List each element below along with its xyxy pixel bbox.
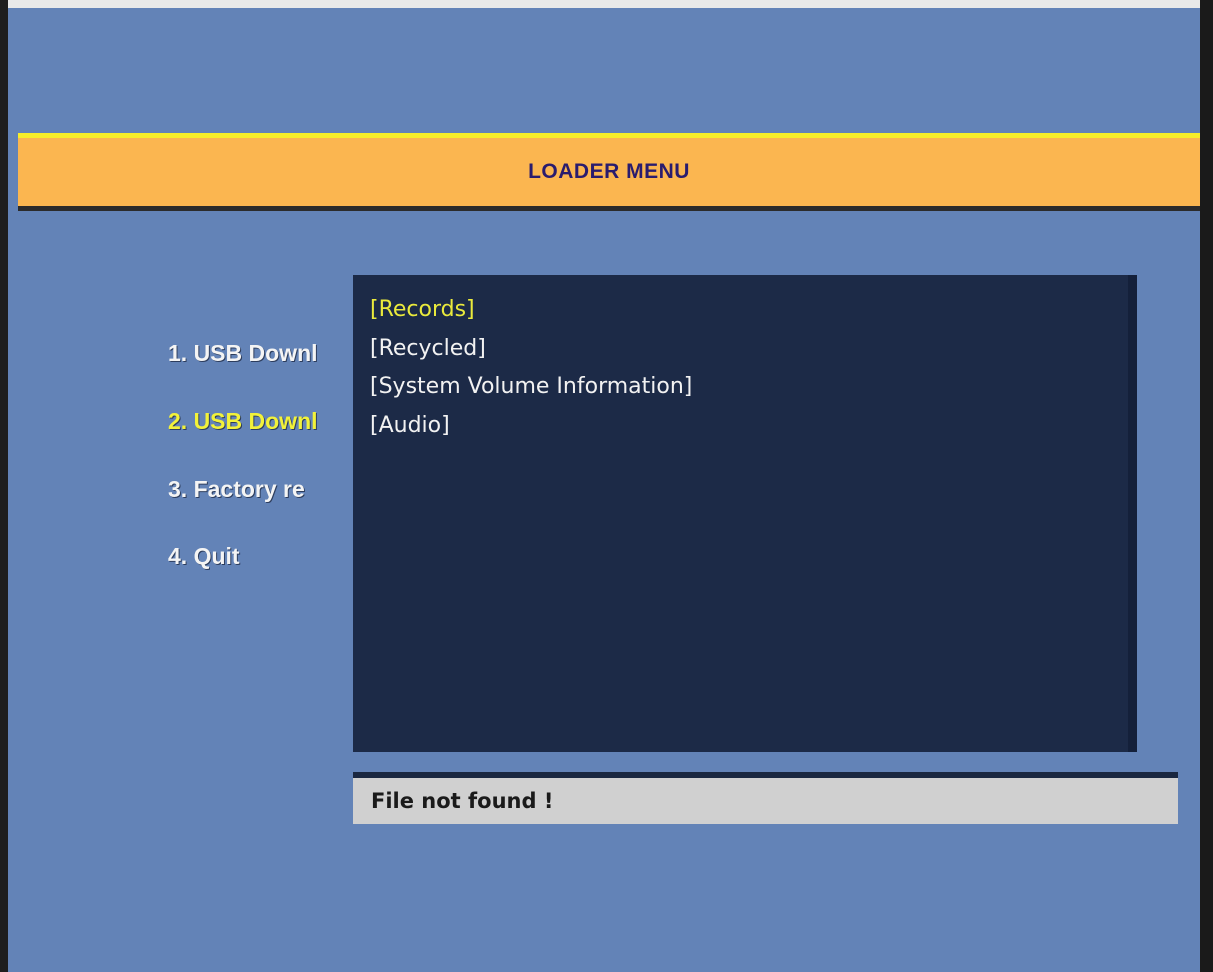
file-item-system-volume-information[interactable]: [System Volume Information] xyxy=(370,368,692,407)
header-band: LOADER MENU xyxy=(18,133,1200,211)
right-border xyxy=(1200,0,1213,972)
page-title: LOADER MENU xyxy=(528,160,690,183)
file-browser-panel: [Records] [Recycled] [System Volume Info… xyxy=(353,275,1137,752)
top-border xyxy=(0,0,1213,8)
menu-item-factory-reset[interactable]: 3. Factory re xyxy=(168,476,305,503)
file-item-records[interactable]: [Records] xyxy=(370,291,692,330)
menu-item-usb-download-2[interactable]: 2. USB Downl xyxy=(168,408,318,435)
file-list: [Records] [Recycled] [System Volume Info… xyxy=(370,291,692,445)
status-bar: File not found ! xyxy=(353,772,1178,824)
file-item-audio[interactable]: [Audio] xyxy=(370,407,692,446)
left-border xyxy=(0,0,8,972)
menu-item-quit[interactable]: 4. Quit xyxy=(168,543,240,570)
status-message: File not found ! xyxy=(371,789,554,813)
menu-item-usb-download-1[interactable]: 1. USB Downl xyxy=(168,340,318,367)
file-item-recycled[interactable]: [Recycled] xyxy=(370,330,692,369)
